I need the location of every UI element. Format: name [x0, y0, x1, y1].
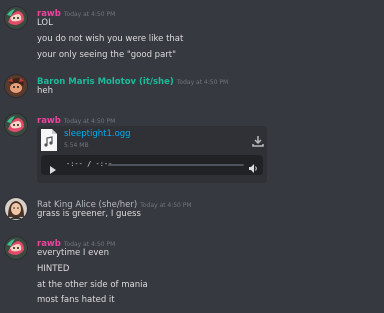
username[interactable]: Baron Maris Molotov (it/she): [37, 77, 174, 87]
username[interactable]: rawb: [37, 116, 61, 126]
message-text: at the other side of mania: [37, 280, 148, 290]
message-text: HINTED: [37, 264, 70, 274]
file-name-link[interactable]: sleeptight1.ogg: [64, 129, 131, 139]
message-text: you do not wish you were like that: [37, 34, 184, 44]
chat-messages: rawb Today at 4:50 PM LOL you do not wish…: [0, 0, 384, 313]
play-icon[interactable]: [49, 160, 57, 179]
file-size: 5.54 MB: [64, 142, 89, 149]
volume-icon[interactable]: [248, 159, 259, 178]
time-readout: -:-- / -:--: [66, 160, 113, 168]
timestamp: Today at 4:50 PM: [63, 118, 116, 125]
message-header: Rat King Alice (she/her) Today at 4:50 PM: [37, 196, 192, 210]
rawb-avatar[interactable]: [4, 236, 28, 260]
message-text: grass is greener, I guess: [37, 209, 141, 219]
file-icon: [40, 128, 58, 156]
message-text: heh: [37, 86, 54, 96]
baron-avatar[interactable]: [4, 74, 28, 98]
timestamp: Today at 4:50 PM: [63, 11, 116, 18]
rawb-avatar[interactable]: [4, 6, 28, 30]
message-group: Rat King Alice (she/her) Today at 4:50 PM…: [0, 196, 384, 224]
progress-bar[interactable]: [108, 164, 244, 166]
message-header: rawb Today at 4:50 PM: [37, 235, 116, 249]
message-group: rawb Today at 4:50 PM LOL you do not wish…: [0, 5, 384, 63]
rawb-avatar[interactable]: [4, 113, 28, 137]
message-group: rawb Today at 4:50 PM sleeptight1.ogg 5.5…: [0, 112, 384, 184]
message-text: your only seeing the "good part": [37, 50, 177, 60]
timestamp: Today at 4:50 PM: [140, 202, 192, 209]
audio-player: -:-- / -:--: [41, 155, 263, 175]
message-header: rawb Today at 4:50 PM: [37, 112, 116, 126]
alice-avatar[interactable]: [4, 197, 28, 221]
timestamp: Today at 4:50 PM: [176, 79, 229, 86]
message-header: Baron Maris Molotov (it/she) Today at 4:5…: [37, 73, 229, 87]
message-group: Baron Maris Molotov (it/she) Today at 4:5…: [0, 73, 384, 101]
audio-attachment: sleeptight1.ogg 5.54 MB -:-- / -:--: [37, 126, 267, 183]
message-text: most fans hated it: [37, 295, 115, 305]
message-header: rawb Today at 4:50 PM: [37, 5, 116, 19]
message-group: rawb Today at 4:50 PM everytime I even HI…: [0, 235, 384, 310]
message-text: everytime I even: [37, 248, 110, 258]
timestamp: Today at 4:50 PM: [63, 241, 116, 248]
message-text: LOL: [37, 18, 53, 28]
download-icon[interactable]: [252, 132, 264, 151]
